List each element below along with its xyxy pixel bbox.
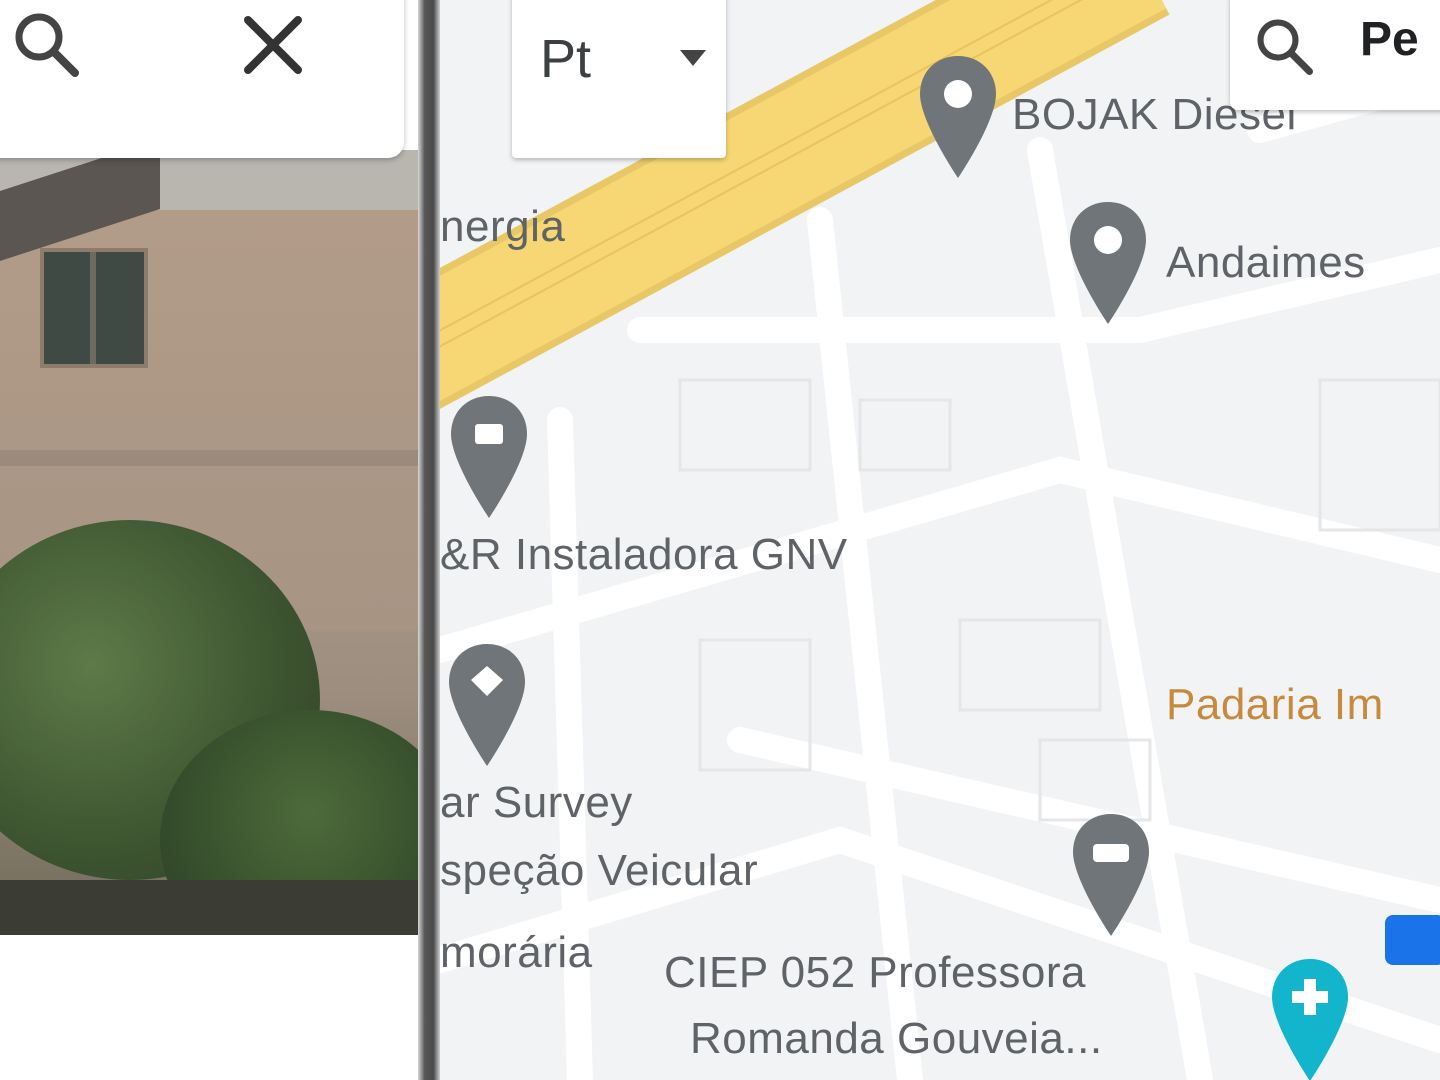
map-layer-dropdown[interactable]: Pt — [512, 0, 726, 158]
search-icon — [1257, 19, 1313, 75]
map-pin-icon[interactable] — [442, 640, 532, 770]
search-button[interactable] — [2, 0, 92, 90]
poi-label[interactable]: CIEP 052 Professora — [664, 948, 1086, 998]
search-icon — [15, 13, 79, 77]
map-pin-icon[interactable] — [444, 392, 534, 522]
poi-label[interactable]: ar Survey — [440, 778, 633, 828]
photo-ground — [0, 880, 418, 935]
photo-window — [40, 248, 148, 368]
hospital-pin-icon[interactable] — [1262, 955, 1358, 1080]
photo-ledge — [0, 450, 418, 466]
poi-label[interactable]: Andaimes — [1166, 238, 1366, 288]
poi-label[interactable]: nergia — [440, 202, 565, 252]
street-view-header-card — [0, 0, 404, 158]
map-search-box[interactable]: Pe — [1230, 0, 1440, 110]
street-view-photo[interactable] — [0, 150, 418, 935]
dropdown-selected-value: Pt — [540, 29, 592, 89]
map-pin-icon[interactable] — [916, 52, 1000, 182]
panel-resize-handle[interactable] — [418, 0, 440, 1080]
close-button[interactable] — [228, 0, 318, 90]
map-pin-icon[interactable] — [1066, 198, 1150, 328]
map-canvas[interactable]: BOJAK Diesel Andaimes nergia &R Instalad… — [440, 0, 1440, 1080]
close-icon — [244, 16, 302, 74]
poi-label[interactable]: Padaria Im — [1166, 680, 1384, 730]
poi-label[interactable]: Romanda Gouveia... — [690, 1014, 1103, 1064]
street-view-panel — [0, 0, 430, 1080]
dropdown-arrow-icon — [680, 50, 706, 66]
poi-label[interactable]: morária — [440, 928, 593, 978]
school-pin-icon[interactable] — [1066, 810, 1156, 940]
poi-label[interactable]: speção Veicular — [440, 846, 758, 896]
poi-label[interactable]: &R Instaladora GNV — [440, 530, 848, 580]
map-search-text: Pe — [1360, 13, 1419, 66]
transit-icon[interactable] — [1385, 915, 1440, 965]
